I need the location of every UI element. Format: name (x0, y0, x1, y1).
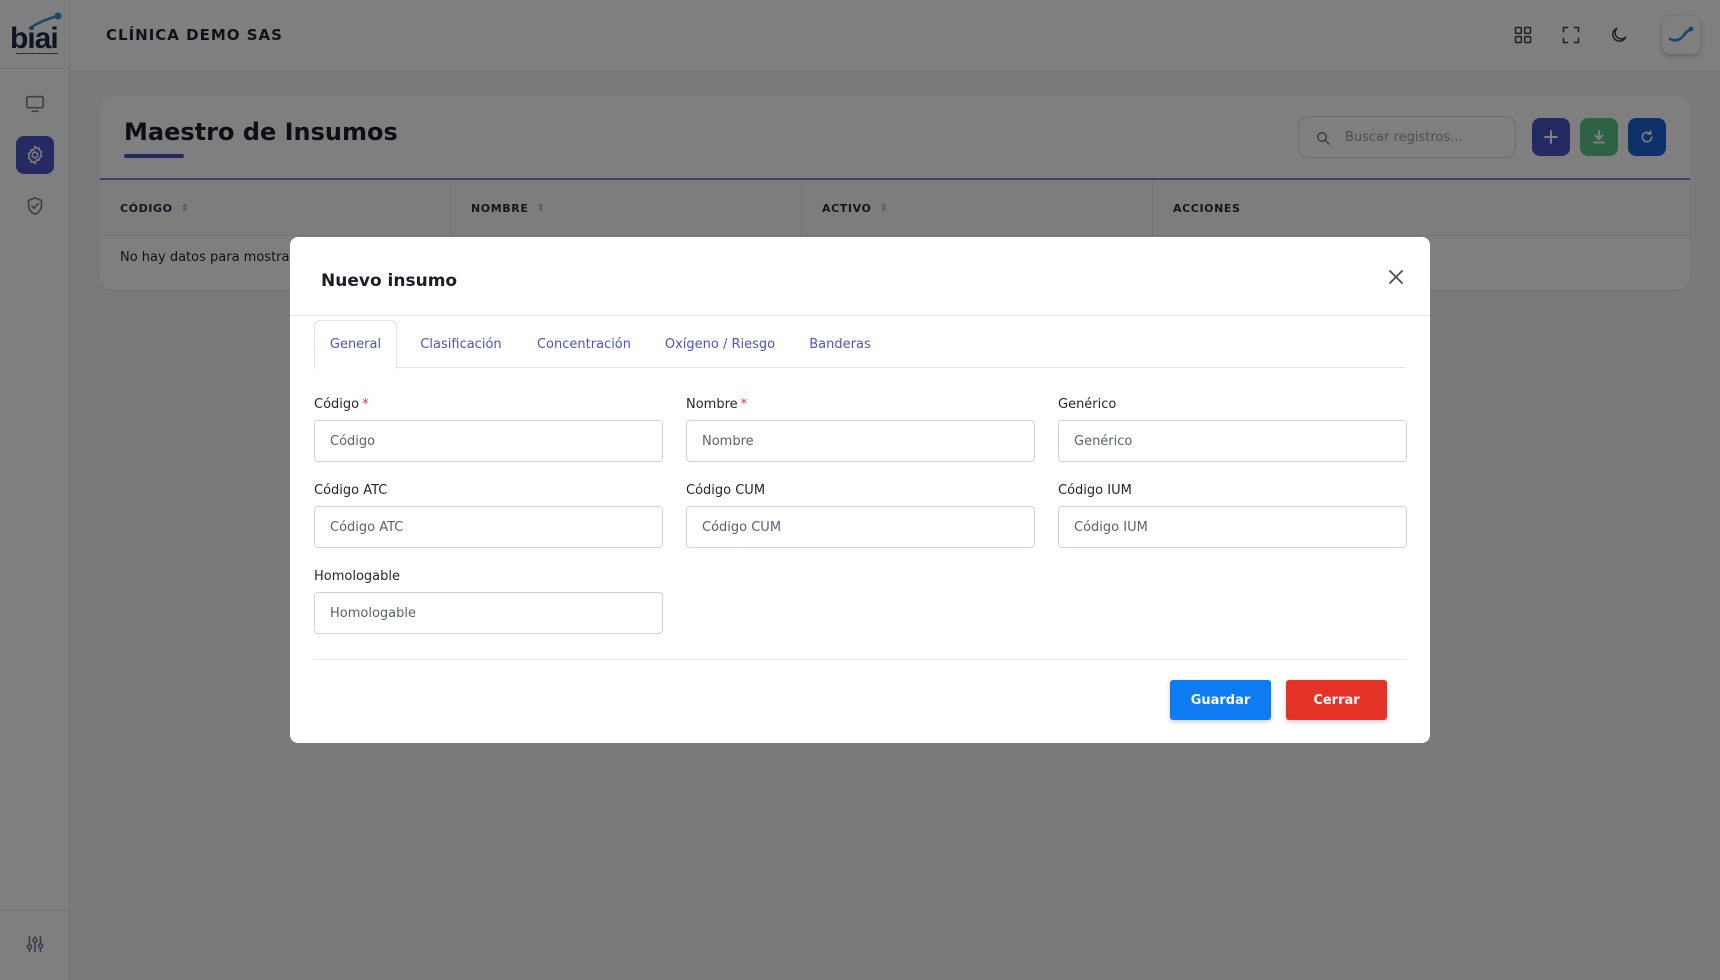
homologable-label: Homologable (314, 569, 400, 584)
modal-title: Nuevo insumo (321, 271, 458, 291)
tab-general[interactable]: General (314, 320, 397, 369)
cancel-button[interactable]: Cerrar (1286, 680, 1387, 720)
tab-clasificacion[interactable]: Clasificación (404, 320, 518, 368)
tab-oxigeno-riesgo[interactable]: Oxígeno / Riesgo (650, 320, 790, 368)
codigo-cum-label: Código CUM (686, 483, 766, 498)
required-mark: * (740, 397, 748, 412)
modal-footer-divider (314, 659, 1406, 660)
codigo-input[interactable] (314, 420, 663, 462)
tab-banderas[interactable]: Banderas (794, 320, 886, 368)
codigo-cum-input[interactable] (686, 506, 1035, 548)
homologable-input[interactable] (314, 592, 663, 634)
codigo-ium-input[interactable] (1058, 506, 1407, 548)
save-button[interactable]: Guardar (1170, 680, 1271, 720)
generico-input[interactable] (1058, 420, 1407, 462)
close-icon (1389, 270, 1403, 284)
modal-header-divider (290, 315, 1430, 316)
generico-label: Genérico (1058, 397, 1117, 412)
codigo-atc-label: Código ATC (314, 483, 388, 498)
required-mark: * (362, 397, 369, 412)
modal-tabs: General Clasificación Concentración Oxíg… (314, 320, 1406, 369)
tab-concentracion[interactable]: Concentración (522, 320, 646, 368)
codigo-label: Código * (314, 397, 369, 412)
codigo-ium-label: Código IUM (1058, 483, 1132, 498)
new-supply-modal: Nuevo insumo General Clasificación Conce… (290, 237, 1430, 743)
codigo-atc-input[interactable] (314, 506, 663, 548)
modal-close-button[interactable] (1382, 263, 1410, 291)
nombre-input[interactable] (686, 420, 1035, 462)
nombre-label: Nombre * (686, 397, 748, 412)
